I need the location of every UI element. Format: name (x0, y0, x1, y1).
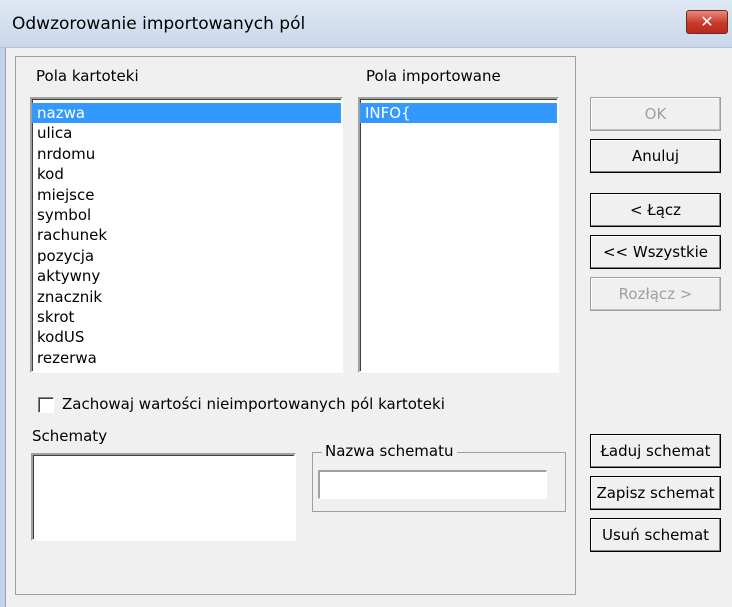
zapisz-schemat-button[interactable]: Zapisz schemat (590, 476, 721, 510)
list-item[interactable]: symbol (32, 205, 341, 225)
close-button[interactable]: ✕ (686, 10, 728, 34)
lacz-button[interactable]: < Łącz (590, 193, 721, 227)
anuluj-button[interactable]: Anuluj (590, 139, 721, 173)
list-item[interactable]: ulica (32, 123, 341, 143)
list-item[interactable]: kod (32, 164, 341, 184)
nazwa-schematu-label: Nazwa schematu (322, 442, 457, 460)
schematy-label: Schematy (32, 427, 108, 445)
list-item[interactable]: rezerwa (32, 348, 341, 368)
keep-values-checkbox[interactable] (38, 397, 54, 413)
pola-importowane-label: Pola importowane (366, 67, 501, 85)
list-item[interactable]: nrdomu (32, 144, 341, 164)
rozlacz-button[interactable]: Rozłącz > (590, 277, 721, 311)
keep-values-label: Zachowaj wartości nieimportowanych pól k… (62, 395, 445, 413)
usun-schemat-button[interactable]: Usuń schemat (590, 518, 721, 552)
laduj-schemat-button[interactable]: Ładuj schemat (590, 434, 721, 468)
list-item[interactable]: skrot (32, 307, 341, 327)
list-item[interactable]: miejsce (32, 185, 341, 205)
pola-kartoteki-list[interactable]: nazwa ulica nrdomu kod miejsce symbol rachunek… (30, 97, 343, 373)
list-item[interactable]: INFO{ (360, 103, 557, 124)
wszystkie-button[interactable]: << Wszystkie (590, 235, 721, 269)
list-item[interactable]: pozycja (32, 246, 341, 266)
window-title: Odwzorowanie importowanych pól (12, 14, 306, 34)
list-item[interactable]: kodUS (32, 327, 341, 347)
list-item[interactable]: rachunek (32, 225, 341, 245)
ok-button[interactable]: OK (590, 97, 721, 131)
close-icon: ✕ (700, 12, 714, 31)
pola-kartoteki-label: Pola kartoteki (36, 67, 139, 85)
list-item[interactable]: nazwa (32, 103, 341, 124)
list-item[interactable]: znacznik (32, 287, 341, 307)
list-item[interactable]: aktywny (32, 266, 341, 286)
pola-importowane-list[interactable]: INFO{ (358, 97, 559, 373)
schematy-list[interactable] (31, 453, 296, 541)
nazwa-schematu-input[interactable] (318, 470, 547, 499)
